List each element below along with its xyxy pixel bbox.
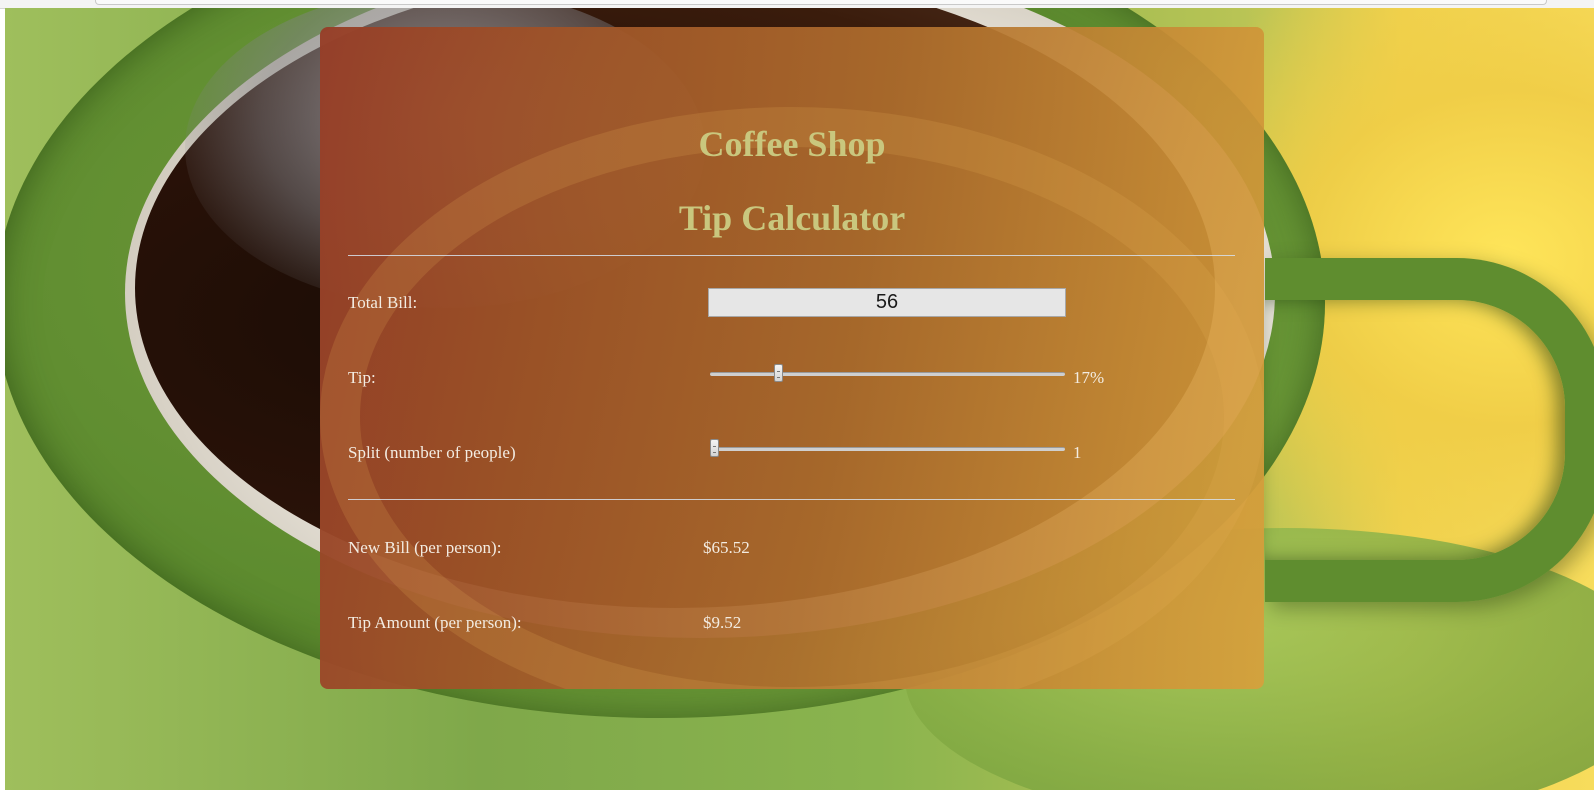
page-title-line1: Coffee Shop — [698, 124, 886, 164]
cup-handle-shape — [1265, 258, 1594, 602]
tip-amount-label: Tip Amount (per person): — [348, 613, 522, 632]
new-bill-value: $65.52 — [703, 538, 750, 557]
tip-amount-value: $9.52 — [703, 613, 742, 632]
card-glow — [320, 107, 1264, 689]
split-slider[interactable] — [710, 439, 1065, 459]
tip-slider[interactable] — [710, 364, 1065, 384]
tip-slider-track[interactable] — [710, 372, 1065, 376]
new-bill-label: New Bill (per person): — [348, 538, 502, 557]
browser-address-bar-edge — [95, 0, 1547, 5]
split-slider-track[interactable] — [710, 447, 1065, 451]
split-slider-thumb[interactable] — [710, 439, 719, 457]
split-label: Split (number of people) — [348, 443, 516, 462]
total-bill-input[interactable] — [708, 288, 1066, 317]
divider-top — [348, 255, 1235, 256]
divider-bottom — [348, 499, 1235, 500]
tip-calculator-card: Coffee Shop Tip Calculator Total Bill: T… — [320, 27, 1264, 689]
tip-percent-readout: 17% — [1073, 368, 1105, 387]
tip-label: Tip: — [348, 368, 376, 387]
page-title-line2: Tip Calculator — [678, 198, 906, 238]
tip-slider-thumb[interactable] — [774, 364, 783, 382]
split-count-readout: 1 — [1073, 443, 1082, 462]
total-bill-label: Total Bill: — [348, 293, 418, 312]
